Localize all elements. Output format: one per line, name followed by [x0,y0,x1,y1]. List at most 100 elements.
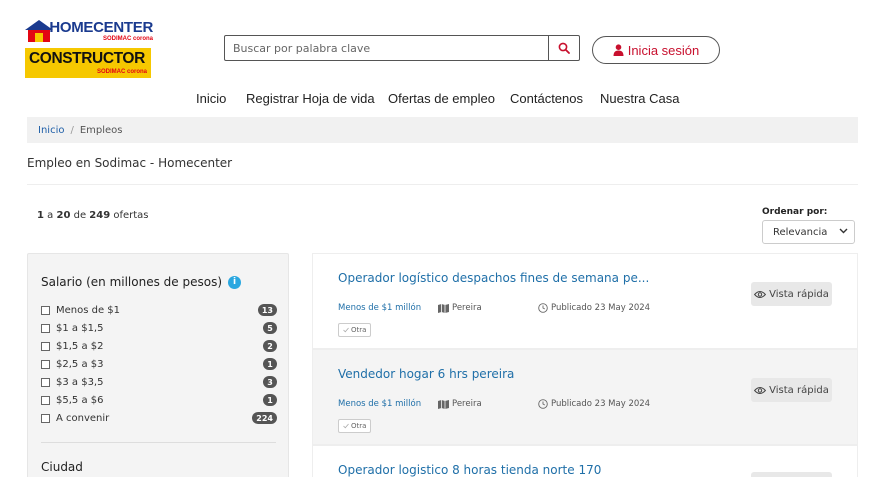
clock-icon [538,303,548,313]
salary-option-label: $1,5 a $2 [56,340,104,352]
results-suffix: ofertas [113,210,149,221]
results-de: de [73,210,87,221]
quick-view-label: Vista rápida [769,288,829,300]
job-salary: Menos de $1 millón [338,399,422,409]
salary-option[interactable]: $3 a $3,5 3 [41,373,277,391]
login-label: Inicia sesión [627,42,700,58]
constructor-logo-text: CONSTRUCTOR [29,50,145,67]
city-filter-title: Ciudad [41,460,83,474]
quick-view-button[interactable] [751,472,832,477]
salary-option[interactable]: $1,5 a $2 2 [41,337,277,355]
job-location: Pereira [438,303,482,313]
eye-icon [754,290,767,298]
salary-option[interactable]: $5,5 a $6 1 [41,391,277,409]
job-location: Pereira [438,399,482,409]
search-input[interactable] [225,36,548,60]
job-date: Publicado 23 May 2024 [538,303,650,313]
salary-filter-label: Salario (en millones de pesos) [41,275,222,289]
job-title-link[interactable]: Operador logístico despachos fines de se… [338,271,649,285]
breadcrumb-separator: / [70,124,74,136]
homecenter-logo[interactable]: HOMECENTER SODIMAC corona [25,19,153,43]
check-icon [343,423,349,429]
salary-option-label: Menos de $1 [56,304,121,316]
results-to: 20 [56,210,71,221]
search-bar [224,35,580,61]
salary-option[interactable]: A convenir 224 [41,409,277,427]
job-title-link[interactable]: Vendedor hogar 6 hrs pereira [338,367,514,381]
nav-item-ofertas[interactable]: Ofertas de empleo [388,91,495,106]
checkbox[interactable] [41,341,50,351]
checkbox[interactable] [41,323,50,333]
breadcrumb-home-link[interactable]: Inicio [38,125,64,136]
job-card[interactable]: Vendedor hogar 6 hrs pereira Menos de $1… [312,349,858,445]
salary-filter-title: Salario (en millones de pesos) i [41,275,241,289]
user-icon [613,44,624,56]
breadcrumb-current: Empleos [79,124,123,136]
map-icon [438,303,449,313]
count-badge: 1 [263,358,277,370]
job-date: Publicado 23 May 2024 [538,399,650,409]
count-badge: 13 [257,304,277,316]
sort-value: Relevancia [773,226,828,238]
search-icon [558,42,570,54]
salary-option[interactable]: $1 a $1,5 5 [41,319,277,337]
constructor-logo-sub: SODIMAC corona [96,68,147,75]
checkbox[interactable] [41,377,50,387]
job-published: Publicado 23 May 2024 [551,303,651,313]
page-title: Empleo en Sodimac - Homecenter [27,156,233,170]
checkbox[interactable] [41,305,50,315]
chevron-down-icon [839,226,848,238]
divider [27,184,858,185]
filters-sidebar: Salario (en millones de pesos) i Menos d… [27,253,289,477]
login-button[interactable]: Inicia sesión [592,36,720,64]
check-icon [343,327,349,333]
count-badge: 224 [252,412,277,424]
clock-icon [538,399,548,409]
nav-item-contactenos[interactable]: Contáctenos [510,91,583,106]
sort-label: Ordenar por: [762,207,828,217]
info-icon[interactable]: i [228,275,241,289]
job-tag-label: Otra [351,422,367,430]
eye-icon [754,386,767,394]
job-tag: Otra [338,419,372,433]
job-card[interactable]: Operador logistico 8 horas tienda norte … [312,445,858,477]
results-a: a [47,210,54,221]
results-from: 1 [37,210,44,221]
checkbox[interactable] [41,359,50,369]
nav-item-registrar-hoja[interactable]: Registrar Hoja de vida [246,91,375,106]
homecenter-logo-sub: SODIMAC corona [102,36,153,42]
salary-filter-list: Menos de $1 13 $1 a $1,5 5 $1,5 a $2 2 $2,5… [41,301,277,427]
sort-select[interactable]: Relevancia [762,220,855,244]
count-badge: 2 [263,340,277,352]
salary-option-label: $2,5 a $3 [56,358,104,370]
count-badge: 3 [263,376,277,388]
quick-view-button[interactable]: Vista rápida [751,378,832,402]
breadcrumb: Inicio / Empleos [27,117,858,143]
house-logo-icon [25,20,53,42]
count-badge: 1 [263,394,277,406]
divider [41,442,276,443]
constructor-logo[interactable]: CONSTRUCTOR SODIMAC corona [25,48,151,78]
quick-view-button[interactable]: Vista rápida [751,282,832,306]
job-card[interactable]: Operador logístico despachos fines de se… [312,253,858,349]
salary-option[interactable]: Menos de $1 13 [41,301,277,319]
nav-item-inicio[interactable]: Inicio [196,91,226,106]
salary-option-label: $3 a $3,5 [56,376,104,388]
search-button[interactable] [548,36,579,60]
job-city: Pereira [452,399,482,409]
results-total: 249 [89,210,111,221]
job-tag: Otra [338,323,372,337]
job-published: Publicado 23 May 2024 [551,399,651,409]
count-badge: 5 [263,322,277,334]
results-count: 1 a 20 de 249 ofertas [37,210,149,221]
checkbox[interactable] [41,395,50,405]
job-salary: Menos de $1 millón [338,303,422,313]
checkbox[interactable] [41,413,50,423]
job-title-link[interactable]: Operador logistico 8 horas tienda norte … [338,463,601,477]
job-city: Pereira [452,303,482,313]
job-tag-label: Otra [351,326,367,334]
nav-item-nuestra-casa[interactable]: Nuestra Casa [600,91,679,106]
quick-view-label: Vista rápida [769,384,829,396]
salary-option[interactable]: $2,5 a $3 1 [41,355,277,373]
salary-option-label: A convenir [56,412,110,424]
